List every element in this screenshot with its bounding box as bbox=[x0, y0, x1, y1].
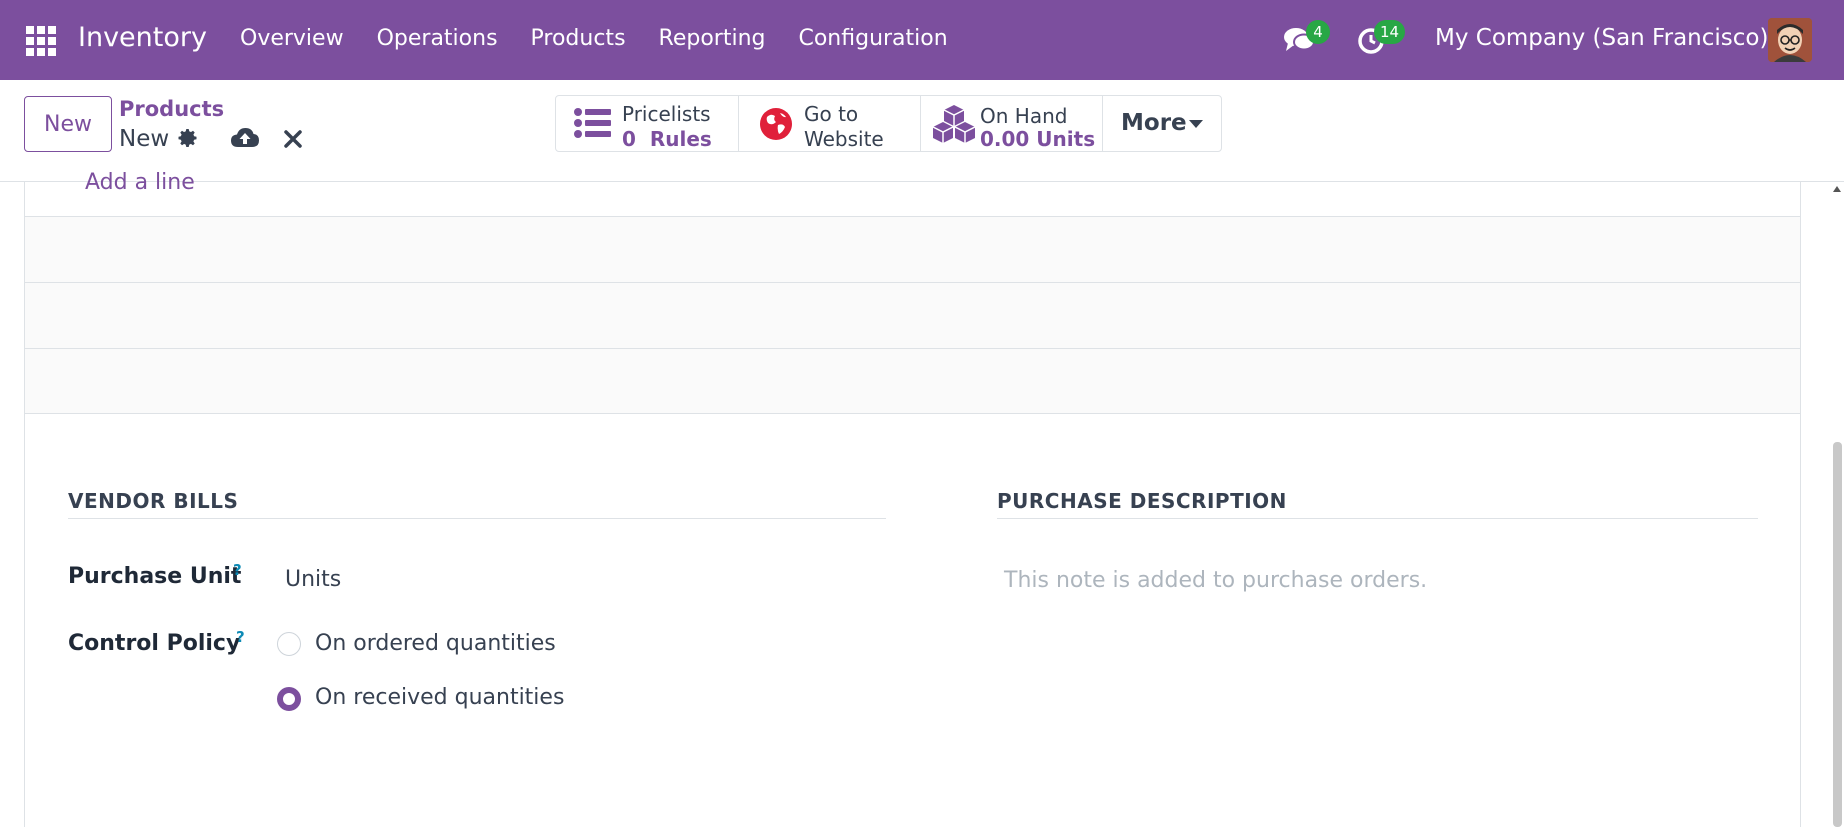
radio-received-quantities[interactable] bbox=[277, 687, 301, 711]
menu-products[interactable]: Products bbox=[531, 26, 626, 51]
menu-configuration[interactable]: Configuration bbox=[798, 26, 947, 51]
list-icon bbox=[574, 108, 611, 138]
pricelists-rules-count: 0 Rules bbox=[622, 127, 712, 151]
vendor-bills-divider bbox=[68, 518, 886, 519]
globe-icon bbox=[760, 108, 792, 140]
control-policy-label: Control Policy bbox=[68, 631, 241, 656]
company-switcher[interactable]: My Company (San Francisco) bbox=[1435, 25, 1768, 51]
smart-buttons: Pricelists 0 Rules Go to Website On Hand… bbox=[555, 95, 1222, 152]
more-label: More bbox=[1121, 110, 1187, 136]
table-row bbox=[25, 348, 1800, 414]
scroll-up-arrow-icon[interactable] bbox=[1833, 186, 1841, 192]
menu-overview[interactable]: Overview bbox=[240, 26, 344, 51]
purchase-unit-field[interactable]: Units bbox=[285, 567, 341, 592]
ordered-quantities-label[interactable]: On ordered quantities bbox=[315, 631, 556, 656]
avatar-face-icon bbox=[1768, 18, 1812, 62]
website-label: Website bbox=[804, 127, 884, 151]
messages-count-badge: 4 bbox=[1306, 20, 1330, 44]
new-button[interactable]: New bbox=[24, 96, 112, 152]
radio-ordered-quantities[interactable] bbox=[277, 632, 301, 656]
more-dropdown[interactable]: More bbox=[1103, 96, 1221, 151]
table-row bbox=[25, 282, 1800, 348]
scroll-thumb[interactable] bbox=[1833, 442, 1842, 827]
on-hand-quantity: 0.00 Units bbox=[980, 127, 1096, 151]
save-cloud-icon[interactable] bbox=[230, 125, 260, 151]
activities-count-badge: 14 bbox=[1374, 20, 1406, 44]
app-title[interactable]: Inventory bbox=[78, 22, 207, 53]
discard-close-icon[interactable] bbox=[281, 125, 305, 151]
top-navbar: Inventory Overview Operations Products R… bbox=[0, 0, 1844, 80]
user-avatar[interactable] bbox=[1768, 18, 1812, 62]
apps-grid-icon[interactable] bbox=[26, 26, 56, 56]
purchase-description-input[interactable]: This note is added to purchase orders. bbox=[1004, 568, 1427, 593]
gear-icon[interactable] bbox=[176, 126, 200, 150]
table-row bbox=[25, 216, 1800, 282]
vendor-bills-title: VENDOR BILLS bbox=[68, 489, 239, 513]
purchase-description-title: PURCHASE DESCRIPTION bbox=[997, 489, 1287, 513]
breadcrumb-current: New bbox=[119, 126, 170, 152]
on-hand-button[interactable]: On Hand 0.00 Units bbox=[921, 96, 1103, 151]
on-hand-label: On Hand bbox=[980, 104, 1068, 128]
messages-button[interactable]: 4 bbox=[1280, 0, 1330, 80]
breadcrumb-products[interactable]: Products bbox=[119, 97, 224, 121]
received-quantities-label[interactable]: On received quantities bbox=[315, 685, 564, 710]
purchase-unit-help-icon[interactable]: ? bbox=[233, 561, 242, 579]
menu-operations[interactable]: Operations bbox=[377, 26, 498, 51]
caret-down-icon bbox=[1189, 120, 1203, 128]
main-menu: Overview Operations Products Reporting C… bbox=[240, 26, 981, 51]
pricelists-button[interactable]: Pricelists 0 Rules bbox=[556, 96, 739, 151]
pricelists-label: Pricelists bbox=[622, 102, 711, 126]
menu-reporting[interactable]: Reporting bbox=[659, 26, 766, 51]
activities-button[interactable]: 14 bbox=[1356, 0, 1412, 80]
purchase-description-divider bbox=[997, 518, 1758, 519]
purchase-unit-label: Purchase Unit bbox=[68, 564, 242, 589]
control-policy-help-icon[interactable]: ? bbox=[236, 628, 245, 646]
page-scrollbar[interactable] bbox=[1830, 182, 1844, 827]
go-to-website-button[interactable]: Go to Website bbox=[739, 96, 921, 151]
control-panel: New Products New Pricelists 0 Rules Go t… bbox=[0, 80, 1844, 182]
add-a-line-link[interactable]: Add a line bbox=[85, 170, 195, 195]
cubes-icon bbox=[932, 105, 976, 143]
go-to-label: Go to bbox=[804, 102, 859, 126]
form-sheet: Add a line VENDOR BILLS PURCHASE DESCRIP… bbox=[24, 170, 1801, 827]
